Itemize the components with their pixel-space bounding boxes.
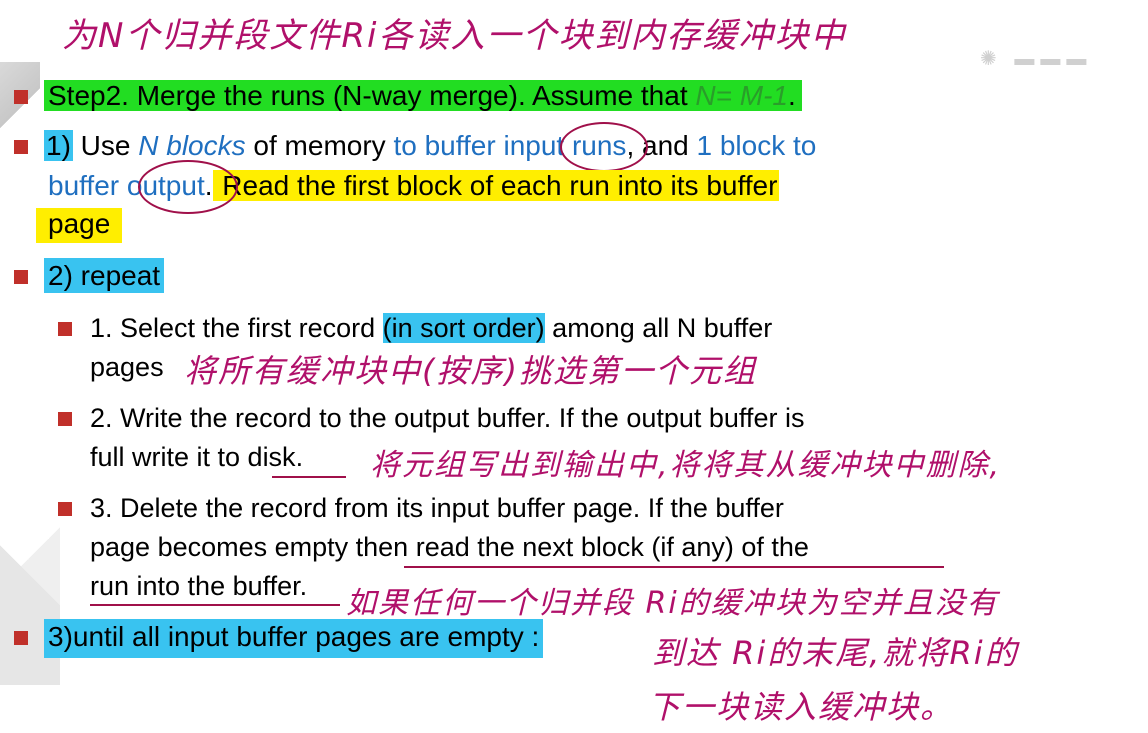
item1-read-text: Read the first block of each run into it… [212, 170, 780, 201]
sub3-text: page becomes empty then [90, 532, 416, 562]
ink-underline-run-into [90, 604, 340, 606]
item1-one-block: 1 block to [696, 130, 817, 161]
sub-bullet [58, 412, 72, 426]
sub2-line2: full write it to disk. [90, 439, 303, 475]
sub2-line1: 2. Write the record to the output buffer… [90, 403, 805, 433]
sub2-period: . [295, 442, 304, 472]
bullet [14, 631, 28, 645]
sub2-disk: disk [247, 442, 296, 472]
handwritten-note-sub3-line3: 下一块读入缓冲块。 [648, 688, 955, 726]
item1-input: input [503, 130, 565, 161]
sub1-line1: 1. Select the first record (in sort orde… [90, 310, 772, 346]
item1-use: Use [72, 130, 139, 161]
step2-line: Step2. Merge the runs (N-way merge). Ass… [44, 78, 802, 114]
bullet [14, 270, 28, 284]
item2-line: 2) repeat [44, 258, 165, 294]
sub1-line2: pages [90, 349, 164, 385]
handwritten-note-top: 为N个归并段文件Ri各读入一个块到内存缓冲块中 [62, 16, 847, 56]
sub3-run-into: run into the buffer [90, 571, 300, 601]
item2-repeat: 2) repeat [44, 258, 165, 293]
handwritten-note-sub3: 如果任何一个归并段 Ri的缓冲块为空并且没有 [346, 586, 999, 621]
item1-number: 1) [44, 130, 73, 161]
ink-circle-output [138, 160, 238, 214]
item3-until: 3)until all input buffer pages are empty… [44, 619, 544, 658]
sub3-line1: 3. Delete the record from its input buff… [90, 493, 784, 523]
bullet [14, 140, 28, 154]
item1-of-memory: of memory [245, 130, 394, 161]
sub3-line2: page becomes empty then read the next bl… [90, 529, 809, 565]
item1-line3: page [36, 206, 123, 243]
university-logo: ✺ ▬▬▬ [980, 48, 1093, 70]
item1-line1: 1) Use N blocks of memory to buffer inpu… [44, 128, 816, 164]
ink-circle-input [560, 122, 648, 172]
item1-page: page [36, 208, 123, 243]
sub-bullet [58, 322, 72, 336]
item3-line: 3)until all input buffer pages are empty… [44, 619, 544, 658]
step2-text: Step2. Merge the runs (N-way merge). Ass… [48, 80, 696, 111]
sub1-sort-order: (in sort order) [382, 313, 545, 343]
handwritten-note-sub3-line2: 到达 Ri的末尾,就将Ri的 [652, 634, 1019, 672]
handwritten-note-sub2: 将元组写出到输出中,将将其从缓冲块中删除, [370, 448, 1002, 483]
sub1-text-end: among all N buffer [544, 313, 773, 343]
handwritten-note-sub1: 将所有缓冲块中(按序)挑选第一个元组 [184, 352, 757, 390]
ink-underline-read-next [404, 566, 944, 568]
sub2-text: full write it to [90, 442, 248, 472]
item1-to-buffer: to buffer [393, 130, 504, 161]
step2-period: . [787, 80, 796, 111]
sub3-period: . [299, 571, 308, 601]
sub1-pages: pages [90, 352, 164, 382]
sub-bullet [58, 502, 72, 516]
sub3-read-next: read the next block (if any) of the [415, 532, 809, 562]
sub3-line3: run into the buffer. [90, 568, 307, 604]
sub1-text: 1. Select the first record [90, 313, 383, 343]
step2-formula: N= M-1 [695, 80, 788, 111]
bullet [14, 90, 28, 104]
item1-nblocks: N blocks [138, 130, 246, 161]
ink-underline-disk [272, 476, 346, 478]
